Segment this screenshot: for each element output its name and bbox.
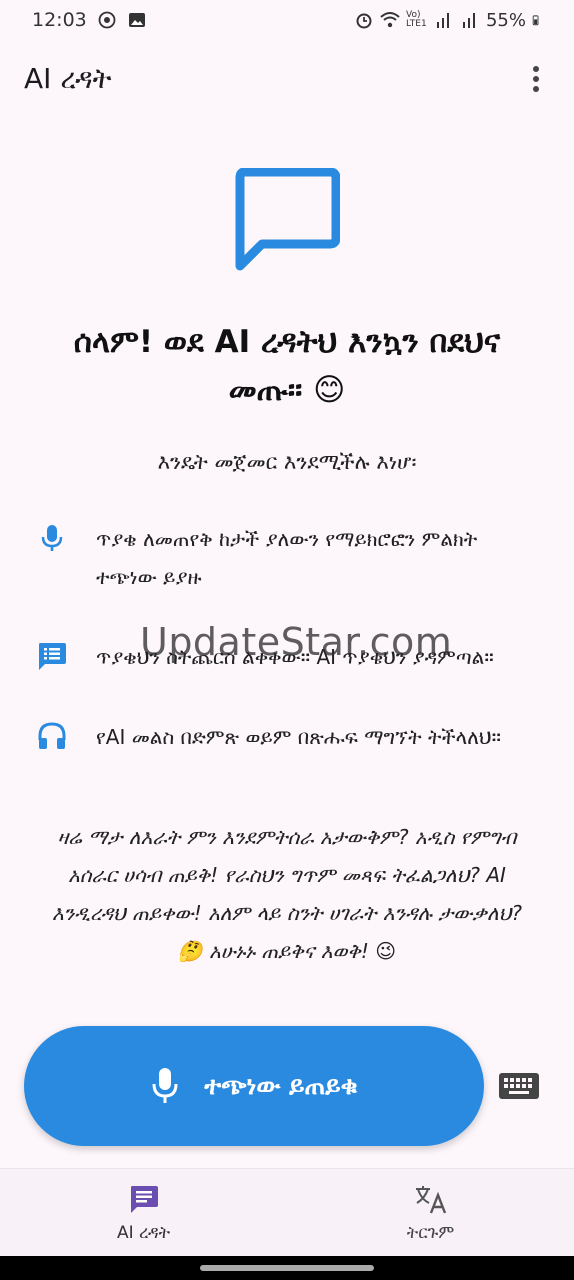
tip-text: ጥያቄ ለመጠየቅ ከታች ያለውን የማይክሮፎን ምልክት ተጭነው ይያዙ — [96, 527, 478, 589]
tip-item: የAI መልስ በድምጽ ወይም በጽሑፍ ማግኘት ትችላለህ። — [36, 718, 536, 756]
chat-bubble-icon — [235, 168, 340, 271]
nav-label: ትርጉም — [406, 1222, 455, 1243]
tip-text: የAI መልስ በድምጽ ወይም በጽሑፍ ማግኘት ትችላለህ። — [96, 725, 501, 749]
network-label: Vo) LTE1 — [405, 10, 427, 29]
battery-icon — [532, 15, 539, 26]
home-indicator[interactable] — [200, 1265, 374, 1271]
gallery-icon — [128, 13, 145, 27]
more-vert-icon — [533, 66, 539, 72]
nav-item-ai-assistant[interactable]: AI ረዳት — [0, 1169, 287, 1256]
bottom-navigation: AI ረዳት ትርጉም — [0, 1168, 574, 1256]
battery-percent: 55% — [485, 9, 526, 31]
sync-icon — [98, 11, 116, 29]
status-time: 12:03 — [32, 9, 87, 31]
app-bar: AI ረዳት — [0, 48, 574, 110]
headphones-icon — [38, 722, 66, 749]
list-chat-icon — [39, 643, 66, 670]
overflow-menu-button[interactable] — [520, 59, 552, 99]
nav-item-translate[interactable]: ትርጉም — [287, 1169, 574, 1256]
wifi-icon — [380, 12, 400, 28]
press-to-ask-label: ተጭነው ይጠይቁ — [204, 1071, 358, 1100]
instructions-subtitle: እንዴት መጀመር እንደሚችሉ እነሆ፡ — [157, 450, 417, 474]
alarm-icon — [356, 13, 372, 29]
mic-icon — [41, 525, 63, 551]
translate-icon — [415, 1185, 446, 1213]
tips-list: ጥያቄ ለመጠየቅ ከታች ያለውን የማይክሮፎን ምልክት ተጭነው ይያዙ… — [36, 520, 536, 798]
status-bar: 12:03 Vo) LTE1 55% — [0, 0, 574, 40]
welcome-heading: ሰላም! ወደ AI ረዳትህ እንኳን በደህና መጡ። 😊 — [73, 324, 501, 408]
promo-text: ዛሬ ማታ ለእራት ምን እንደምትሰራ አታውቅም? አዲስ የምግብ አሰ… — [51, 825, 523, 963]
signal-icon — [436, 13, 449, 28]
tip-item: ጥያቄህን ስትጨርስ ልቀቀው። AI ጥያቄህን ያዳምጣል። — [36, 638, 536, 676]
app-title: AI ረዳት — [24, 62, 112, 95]
status-right: Vo) LTE1 55% — [354, 10, 544, 31]
keyboard-icon[interactable] — [498, 1070, 540, 1102]
signal-icon-2 — [462, 13, 475, 28]
tip-text: ጥያቄህን ስትጨርስ ልቀቀው። AI ጥያቄህን ያዳምጣል። — [96, 645, 494, 669]
status-left: 12:03 — [32, 9, 147, 31]
tip-item: ጥያቄ ለመጠየቅ ከታች ያለውን የማይክሮፎን ምልክት ተጭነው ይያዙ — [36, 520, 536, 596]
press-to-ask-button[interactable]: ተጭነው ይጠይቁ — [24, 1026, 484, 1146]
mic-icon — [152, 1068, 178, 1103]
nav-label: AI ረዳት — [116, 1222, 171, 1243]
chat-icon — [130, 1185, 158, 1213]
gesture-bar — [0, 1256, 574, 1280]
